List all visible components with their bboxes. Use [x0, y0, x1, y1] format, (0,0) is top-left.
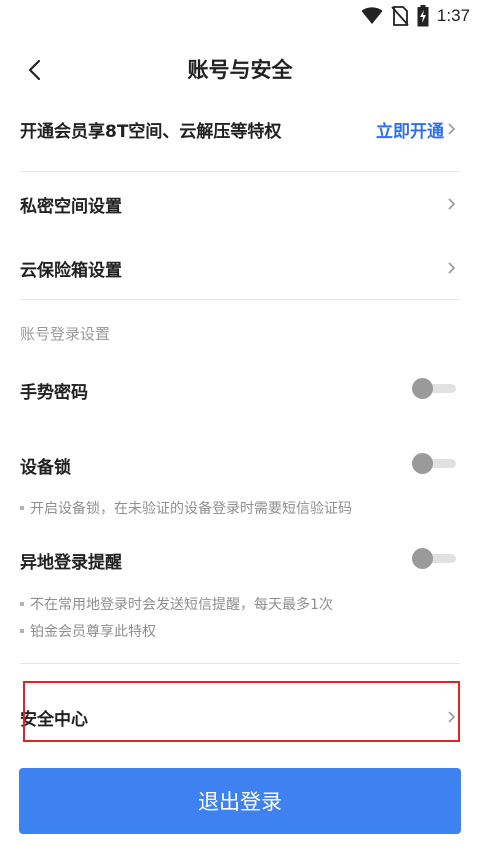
platinum-privilege-note-text: 铂金会员尊享此特权	[30, 624, 156, 640]
device-lock-toggle[interactable]	[412, 453, 456, 474]
gesture-password-row: 手势密码	[20, 375, 460, 405]
header: 账号与安全	[0, 48, 480, 92]
status-bar: 1:37	[0, 0, 480, 34]
divider	[20, 663, 460, 664]
divider	[20, 299, 460, 300]
device-lock-note-text: 开启设备锁，在未验证的设备登录时需要短信验证码	[30, 501, 352, 517]
device-lock-label: 设备锁	[20, 457, 71, 478]
logout-button[interactable]: 退出登录	[19, 768, 461, 834]
battery-charging-icon	[417, 5, 429, 27]
page-title: 账号与安全	[187, 58, 293, 82]
toggle-knob	[412, 453, 433, 474]
gesture-password-label: 手势密码	[20, 382, 88, 403]
toggle-knob	[412, 548, 433, 569]
remote-login-alert-row: 异地登录提醒	[20, 545, 460, 575]
platinum-privilege-note: 铂金会员尊享此特权	[20, 621, 156, 641]
device-lock-note: 开启设备锁，在未验证的设备登录时需要短信验证码	[20, 498, 352, 518]
private-space-settings-label: 私密空间设置	[20, 196, 122, 217]
login-settings-section-title: 账号登录设置	[20, 325, 111, 343]
chevron-right-icon	[448, 262, 456, 274]
status-time: 1:37	[436, 6, 470, 25]
toggle-knob	[412, 378, 433, 399]
private-space-settings-row[interactable]: 私密空间设置	[20, 189, 460, 219]
bullet-square-icon	[20, 602, 24, 606]
device-lock-row: 设备锁	[20, 450, 460, 480]
bullet-square-icon	[20, 506, 24, 510]
vip-open-link[interactable]: 立即开通	[376, 117, 444, 142]
remote-login-note-text: 不在常用地登录时会发送短信提醒，每天最多1次	[30, 597, 333, 613]
chevron-right-icon	[448, 123, 456, 135]
vip-promo-text: 开通会员享8T空间、云解压等特权	[20, 121, 282, 142]
bullet-square-icon	[20, 629, 24, 633]
safe-box-settings-row[interactable]: 云保险箱设置	[20, 253, 460, 283]
no-sim-icon	[391, 6, 409, 26]
remote-login-alert-toggle[interactable]	[412, 548, 456, 569]
highlight-box	[23, 681, 460, 742]
chevron-right-icon	[448, 198, 456, 210]
remote-login-note: 不在常用地登录时会发送短信提醒，每天最多1次	[20, 594, 333, 614]
safe-box-settings-label: 云保险箱设置	[20, 260, 122, 281]
divider	[20, 171, 460, 172]
gesture-password-toggle[interactable]	[412, 378, 456, 399]
remote-login-alert-label: 异地登录提醒	[20, 552, 122, 573]
wifi-icon	[361, 7, 383, 24]
logout-button-label: 退出登录	[198, 790, 282, 814]
status-icons: 1:37	[361, 5, 470, 27]
